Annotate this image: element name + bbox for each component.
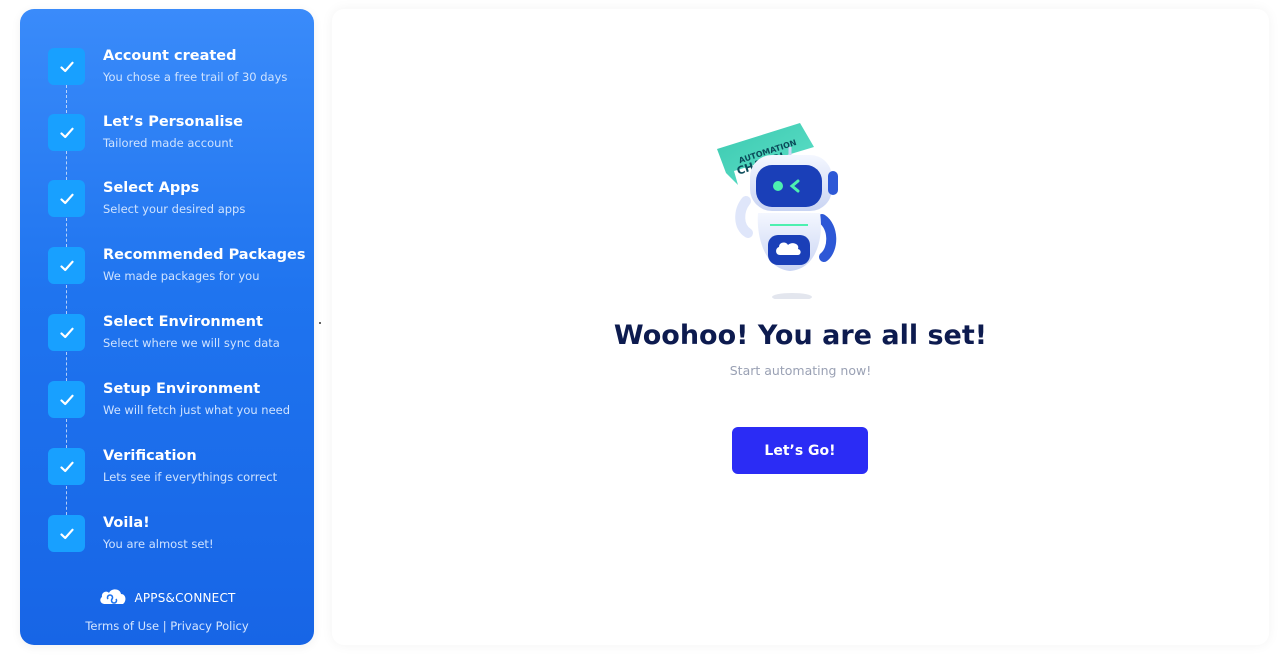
checkmark-icon [48,381,85,418]
step-title: Let’s Personalise [103,114,243,130]
step-connector [66,151,67,180]
checkmark-icon [48,114,85,151]
cloud-logo-icon [98,587,128,609]
step-connector [66,486,67,515]
step-select-apps: Select Apps Select your desired apps [48,180,314,220]
footer-links: Terms of Use | Privacy Policy [20,619,314,633]
step-account-created: Account created You chose a free trail o… [48,48,314,88]
step-title: Setup Environment [103,381,261,397]
step-subtitle: We will fetch just what you need [103,403,291,417]
step-select-environment: Select Environment Select where we will … [48,314,314,354]
step-title: Verification [103,448,197,464]
checkmark-icon [48,515,85,552]
main-panel: AUTOMATION CHAMP! Woohoo! You are all se… [332,9,1269,645]
lets-go-button[interactable]: Let’s Go! [732,427,868,474]
step-connector [66,218,67,247]
step-title: Recommended Packages [103,247,306,263]
brand-name: APPS&CONNECT [134,591,236,605]
step-personalise: Let’s Personalise Tailored made account [48,114,314,154]
robot-illustration: AUTOMATION CHAMP! [712,109,892,301]
step-subtitle: Select your desired apps [103,202,246,216]
stray-dot [319,322,321,324]
step-setup-environment: Setup Environment We will fetch just wha… [48,381,314,421]
step-voila: Voila! You are almost set! [48,515,314,555]
brand-logo: APPS&CONNECT [20,587,314,609]
step-connector [66,352,67,381]
robot-icon: AUTOMATION CHAMP! [717,123,838,301]
checkmark-icon [48,448,85,485]
checkmark-icon [48,314,85,351]
checkmark-icon [48,247,85,284]
success-headline: Woohoo! You are all set! [613,320,988,351]
step-subtitle: We made packages for you [103,269,260,283]
step-connector [66,285,67,314]
step-recommended-packages: Recommended Packages We made packages fo… [48,247,314,287]
step-connector [66,85,67,113]
step-subtitle: Lets see if everythings correct [103,470,278,484]
privacy-link[interactable]: Privacy Policy [170,619,248,633]
step-subtitle: You are almost set! [103,537,214,551]
step-subtitle: You chose a free trail of 30 days [103,70,288,84]
progress-sidebar: Account created You chose a free trail o… [20,9,314,645]
checkmark-icon [48,48,85,85]
step-subtitle: Select where we will sync data [103,336,280,350]
link-separator: | [162,619,167,633]
terms-link[interactable]: Terms of Use [85,619,159,633]
step-connector [66,419,67,448]
success-subline: Start automating now! [729,363,872,378]
step-title: Select Apps [103,180,200,196]
checkmark-icon [48,180,85,217]
step-subtitle: Tailored made account [103,136,234,150]
step-title: Voila! [103,515,150,531]
step-verification: Verification Lets see if everythings cor… [48,448,314,488]
step-title: Select Environment [103,314,263,330]
step-title: Account created [103,48,237,64]
